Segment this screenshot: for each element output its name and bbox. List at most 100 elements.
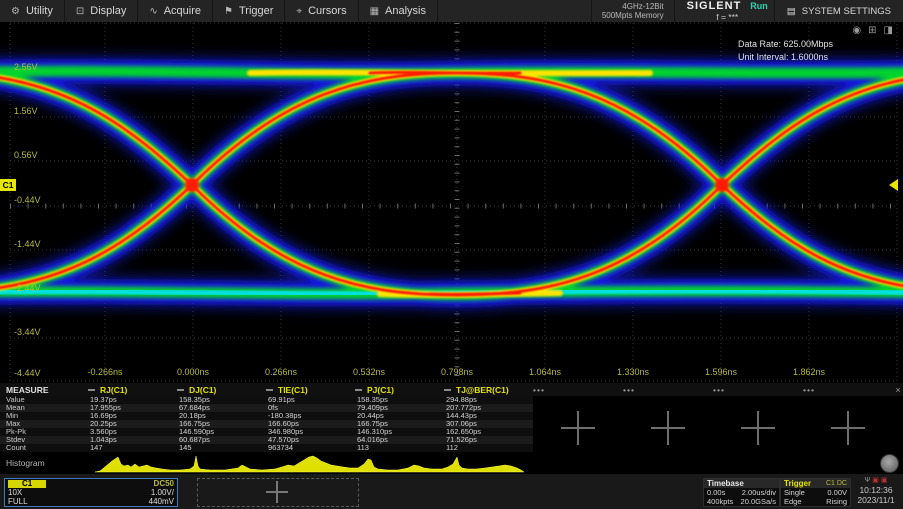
channel1-probe: 10X [8,488,22,497]
cell: 147 [88,444,177,452]
timebase-title: Timebase [707,479,744,488]
trigger-mode: Single [784,488,805,497]
menu-analysis[interactable]: ▦ Analysis [359,0,438,22]
timebase-samplerate: 20.0GSa/s [741,497,776,506]
menubar-spacer [438,0,591,22]
crosshair-icon: ⌖ [296,6,302,17]
x-axis-label: 1.596ns [691,367,751,377]
trigger-slope: Rising [826,497,847,506]
menu-acquire[interactable]: ∿ Acquire [138,0,213,22]
timebase-memory: 400kpts [707,497,733,506]
system-settings-label: SYSTEM SETTINGS [802,6,891,17]
waveform-display-area[interactable]: 2.56V 1.56V 0.56V -0.44V -1.44V -2.44V -… [0,22,903,383]
brand-block: SIGLENT Run f = *** [674,0,774,22]
model-bandwidth: 4GHz-12Bit [622,2,663,11]
y-axis-label: -0.44V [14,195,41,205]
trigger-frequency-readout: f = *** [716,12,738,22]
menu-utility-label: Utility [26,5,53,17]
clock-box: Ψ ▣ ▣ 10:12:36 2023/11/1 [851,477,901,505]
timebase-delay: 0.00s [707,488,725,497]
menu-display[interactable]: ⊡ Display [65,0,138,22]
trigger-level-arrow-icon[interactable] [889,179,898,191]
measure-col-rj[interactable]: RJ(C1) [88,385,177,395]
row-label: Count [0,444,88,452]
measure-row-count: Count 147 145 963734 113 112 [0,444,903,452]
timebase-info-box[interactable]: Timebase 0.00s 2.00us/div 400kpts 20.0GS… [703,478,780,507]
x-axis-label: 1.330ns [603,367,663,377]
y-axis-label: -4.44V [14,368,41,378]
monitor-icon: ⊡ [76,6,84,17]
camera-icon[interactable]: ◉ [852,25,861,36]
channel1-coupling: DC50 [154,479,174,488]
unit-interval-readout: Unit Interval: 1.6000ns [738,51,833,64]
menu-cursors[interactable]: ⌖ Cursors [285,0,358,22]
menu-trigger-label: Trigger [239,5,273,17]
zoom-window-icon[interactable]: ⊞ [868,25,876,36]
cell: 112 [444,444,533,452]
add-channel-icon [266,481,288,503]
panel-icon: ▤ [787,6,796,17]
y-axis-label: -3.44V [14,327,41,337]
system-settings-button[interactable]: ▤ SYSTEM SETTINGS [774,0,903,22]
measure-col-tjber[interactable]: TJ@BER(C1) [444,385,533,395]
data-rate-readout: Data Rate: 625.00Mbps [738,38,833,51]
channel1-bandwidth: FULL [8,497,28,506]
waveform-icon: ∿ [149,6,157,17]
measure-col-pj[interactable]: PJ(C1) [355,385,444,395]
clock-date: 2023/11/1 [851,495,901,505]
close-measure-panel-icon[interactable]: × [893,385,903,395]
trigger-source: C1 DC [826,479,847,488]
measure-col-label: PJ(C1) [367,385,394,395]
empty-measure-slot[interactable]: ••• [623,385,713,395]
x-axis-label: 0.798ns [427,367,487,377]
gear-icon: ⚙ [11,6,20,17]
trigger-level: 0.00V [827,488,847,497]
remove-measurement-icon[interactable] [177,389,184,391]
remove-measurement-icon[interactable] [88,389,95,391]
clock-time: 10:12:36 [851,485,901,495]
channel1-info-box[interactable]: C1 DC50 10X 1.00V/ FULL 440mV [4,478,178,507]
oscilloscope-screen: { "menubar": { "items": [ {"label": "Uti… [0,0,903,508]
empty-cells [533,444,903,452]
measure-col-label: TJ@BER(C1) [456,385,509,395]
add-channel-box[interactable] [197,478,359,507]
empty-cells [533,396,903,404]
eye-trace [0,71,903,295]
measure-col-label: TIE(C1) [278,385,308,395]
floating-assist-button[interactable] [880,454,899,473]
empty-measure-slot[interactable]: ••• [803,385,893,395]
menu-analysis-label: Analysis [385,5,426,17]
cell: 963734 [266,444,355,452]
acquisition-status[interactable]: Run [750,1,768,11]
trigger-info-box[interactable]: Trigger C1 DC Single 0.00V Edge Rising [780,478,851,507]
histogram-label: Histogram [6,458,45,468]
cell: 145 [177,444,266,452]
menu-utility[interactable]: ⚙ Utility [0,0,65,22]
sound-icon[interactable]: ◨ [884,25,893,36]
trigger-title: Trigger [784,479,811,488]
histogram-trace [0,452,903,473]
remove-measurement-icon[interactable] [444,389,451,391]
serial-data-info: Data Rate: 625.00Mbps Unit Interval: 1.6… [738,38,833,64]
cell: 113 [355,444,444,452]
add-measurement-icon[interactable] [561,411,595,445]
empty-measure-slot[interactable]: ••• [533,385,623,395]
x-axis-label: 0.000ns [163,367,223,377]
menu-trigger[interactable]: ⚑ Trigger [213,0,285,22]
empty-measure-slot[interactable]: ••• [713,385,803,395]
add-measurement-icon[interactable] [741,411,775,445]
measure-col-tie[interactable]: TIE(C1) [266,385,355,395]
add-measurement-icon[interactable] [651,411,685,445]
channel1-level-marker[interactable]: C1 [0,179,16,191]
remove-measurement-icon[interactable] [266,389,273,391]
x-axis-label: -0.266ns [75,367,135,377]
x-axis-label: 0.532ns [339,367,399,377]
y-axis-label: 2.56V [14,62,38,72]
remove-measurement-icon[interactable] [355,389,362,391]
measure-col-dj[interactable]: DJ(C1) [177,385,266,395]
y-axis-label: 0.56V [14,150,38,160]
usb-icon: Ψ [864,477,870,485]
eye-diagram-plot [0,22,903,383]
y-axis-label: 1.56V [14,106,38,116]
add-measurement-icon[interactable] [831,411,865,445]
